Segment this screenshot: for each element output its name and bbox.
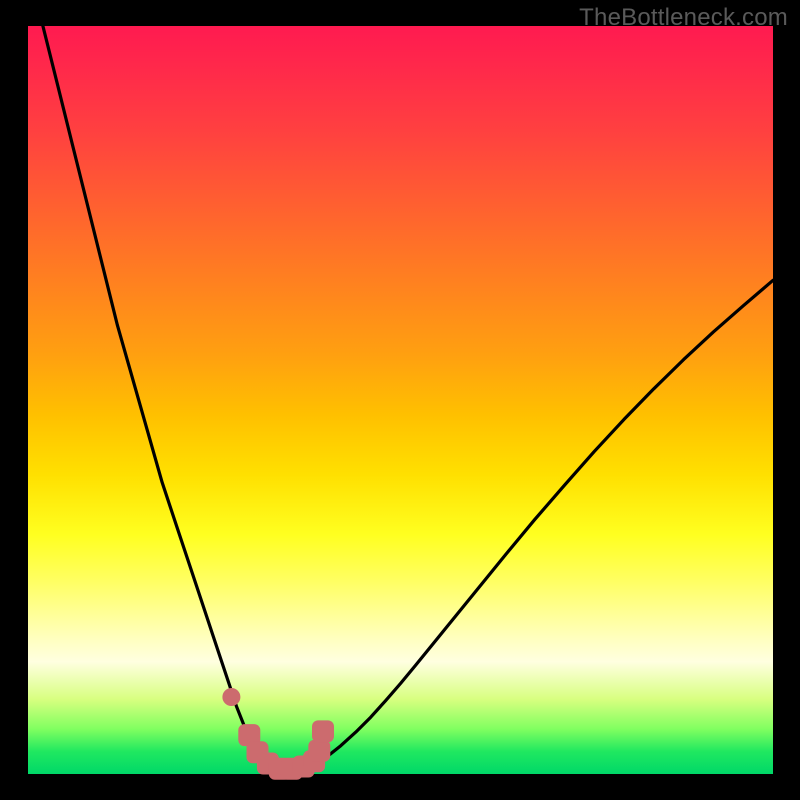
chart-svg xyxy=(0,0,800,800)
sweet-spot-marker xyxy=(312,720,334,742)
marker-group xyxy=(222,688,334,780)
chart-frame: TheBottleneck.com xyxy=(0,0,800,800)
sweet-spot-marker xyxy=(222,688,240,706)
bottleneck-curve xyxy=(43,26,773,772)
sweet-spot-marker xyxy=(308,740,330,762)
